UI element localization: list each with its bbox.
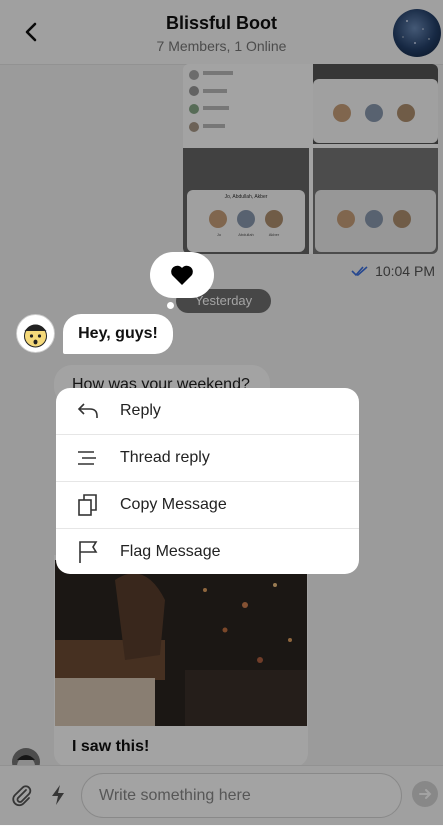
menu-item-flag-message[interactable]: Flag Message: [56, 529, 359, 574]
avatar-face-icon: [17, 315, 54, 352]
menu-item-label: Reply: [120, 402, 161, 419]
thread-icon: [78, 451, 96, 465]
reply-icon: [77, 403, 98, 418]
sender-avatar[interactable]: [16, 314, 55, 353]
menu-item-copy-message[interactable]: Copy Message: [56, 482, 359, 528]
reaction-tail: [167, 302, 174, 309]
flag-icon: [79, 541, 98, 563]
menu-item-thread-reply[interactable]: Thread reply: [56, 435, 359, 481]
menu-item-label: Copy Message: [120, 496, 227, 513]
copy-icon: [78, 494, 97, 516]
selected-message-bubble[interactable]: Hey, guys!: [63, 314, 173, 354]
menu-item-label: Flag Message: [120, 543, 221, 560]
message-action-menu: Reply Thread reply Copy Message Flag Mes…: [56, 388, 359, 574]
heart-icon[interactable]: [169, 262, 195, 288]
menu-item-reply[interactable]: Reply: [56, 388, 359, 434]
menu-item-label: Thread reply: [120, 449, 210, 466]
